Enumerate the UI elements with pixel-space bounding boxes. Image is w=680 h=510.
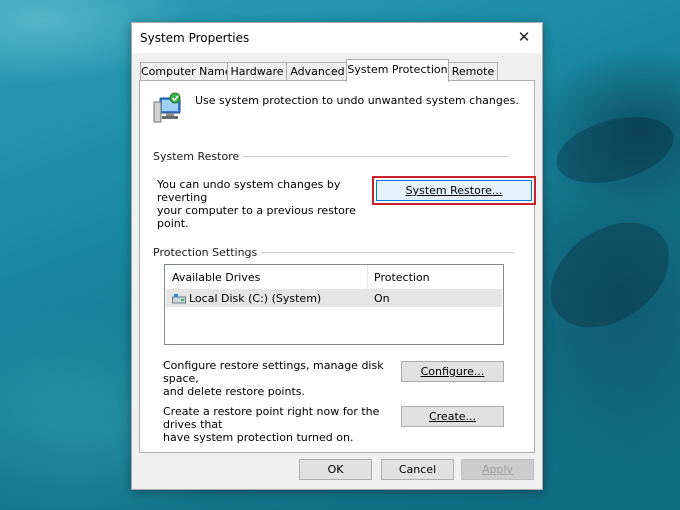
system-protection-icon: [153, 92, 181, 123]
drives-list[interactable]: Available Drives Protection Local Disk (…: [164, 264, 504, 345]
column-header-available-drives[interactable]: Available Drives: [172, 271, 260, 284]
create-desc-line1: Create a restore point right now for the…: [163, 405, 380, 431]
apply-button[interactable]: Apply: [461, 459, 534, 480]
drive-protection-status: On: [374, 292, 390, 305]
drive-name: Local Disk (C:) (System): [189, 292, 322, 305]
system-restore-button[interactable]: System Restore...: [376, 180, 532, 201]
drive-icon: [172, 294, 186, 304]
cancel-button[interactable]: Cancel: [381, 459, 454, 480]
drives-list-header: Available Drives Protection: [165, 265, 503, 290]
configure-description: Configure restore settings, manage disk …: [163, 359, 403, 398]
background-swimmer-shadow: [549, 105, 680, 195]
close-icon[interactable]: ✕: [514, 27, 534, 47]
tab-system-protection[interactable]: System Protection: [346, 59, 449, 82]
window-title: System Properties: [140, 31, 250, 45]
intro-text: Use system protection to undo unwanted s…: [195, 94, 519, 107]
configure-desc-line2: and delete restore points.: [163, 385, 305, 398]
tab-remote[interactable]: Remote: [448, 62, 498, 81]
column-divider[interactable]: [367, 265, 368, 289]
create-button[interactable]: Create...: [401, 406, 504, 427]
configure-button-label: Configure...: [420, 365, 485, 378]
protection-settings-group-label: Protection Settings: [153, 246, 262, 259]
background-swimmer-body: [530, 200, 680, 350]
system-restore-group-label: System Restore: [153, 150, 244, 163]
system-properties-dialog: System Properties ✕ Computer Name Hardwa…: [131, 22, 543, 490]
system-restore-desc-line2: your computer to a previous restore poin…: [157, 204, 356, 230]
configure-button[interactable]: Configure...: [401, 361, 504, 382]
tab-advanced[interactable]: Advanced: [286, 62, 349, 81]
title-bar: System Properties ✕: [132, 23, 542, 53]
system-protection-panel: Use system protection to undo unwanted s…: [139, 80, 536, 453]
apply-button-label: Apply: [481, 463, 514, 476]
system-restore-description: You can undo system changes by reverting…: [157, 178, 367, 230]
create-desc-line2: have system protection turned on.: [163, 431, 354, 444]
table-row[interactable]: Local Disk (C:) (System) On: [166, 290, 502, 307]
configure-desc-line1: Configure restore settings, manage disk …: [163, 359, 384, 385]
ok-button[interactable]: OK: [299, 459, 372, 480]
create-description: Create a restore point right now for the…: [163, 405, 403, 444]
tab-computer-name[interactable]: Computer Name: [140, 62, 232, 81]
system-restore-button-label: System Restore...: [405, 184, 503, 197]
create-button-label: Create...: [428, 410, 477, 423]
tab-hardware[interactable]: Hardware: [227, 62, 287, 81]
column-header-protection[interactable]: Protection: [374, 271, 430, 284]
system-restore-desc-line1: You can undo system changes by reverting: [157, 178, 341, 204]
